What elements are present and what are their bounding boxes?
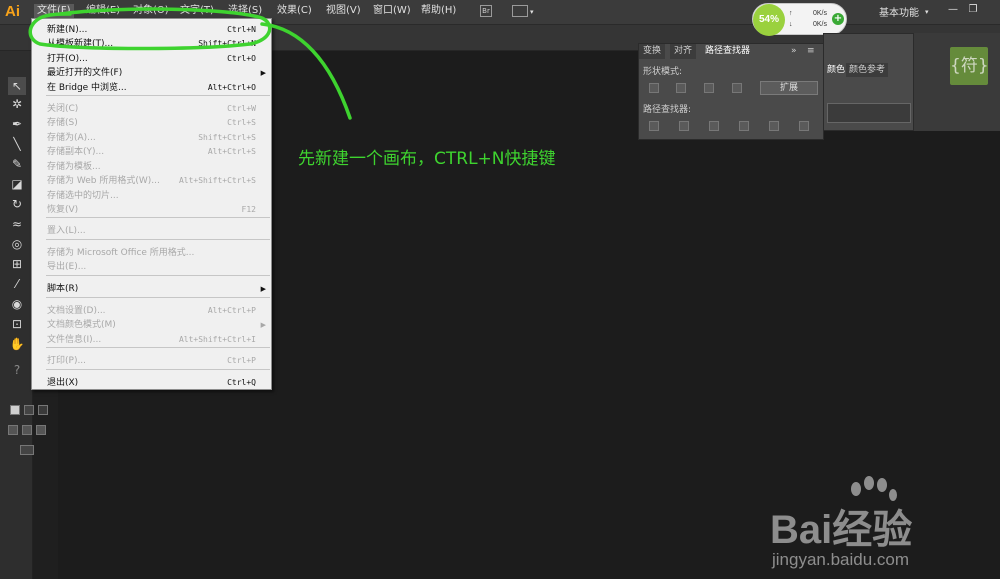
annotation-text: 先新建一个画布，CTRL+N快捷键	[298, 149, 556, 169]
annotation-arrow-line	[260, 22, 352, 120]
watermark-brand: Bai经验	[770, 508, 913, 552]
baidu-jingyan-watermark: Bai经验 jingyan.baidu.com	[770, 475, 995, 575]
annotation-circle	[28, 7, 272, 51]
watermark-site: jingyan.baidu.com	[772, 550, 910, 569]
